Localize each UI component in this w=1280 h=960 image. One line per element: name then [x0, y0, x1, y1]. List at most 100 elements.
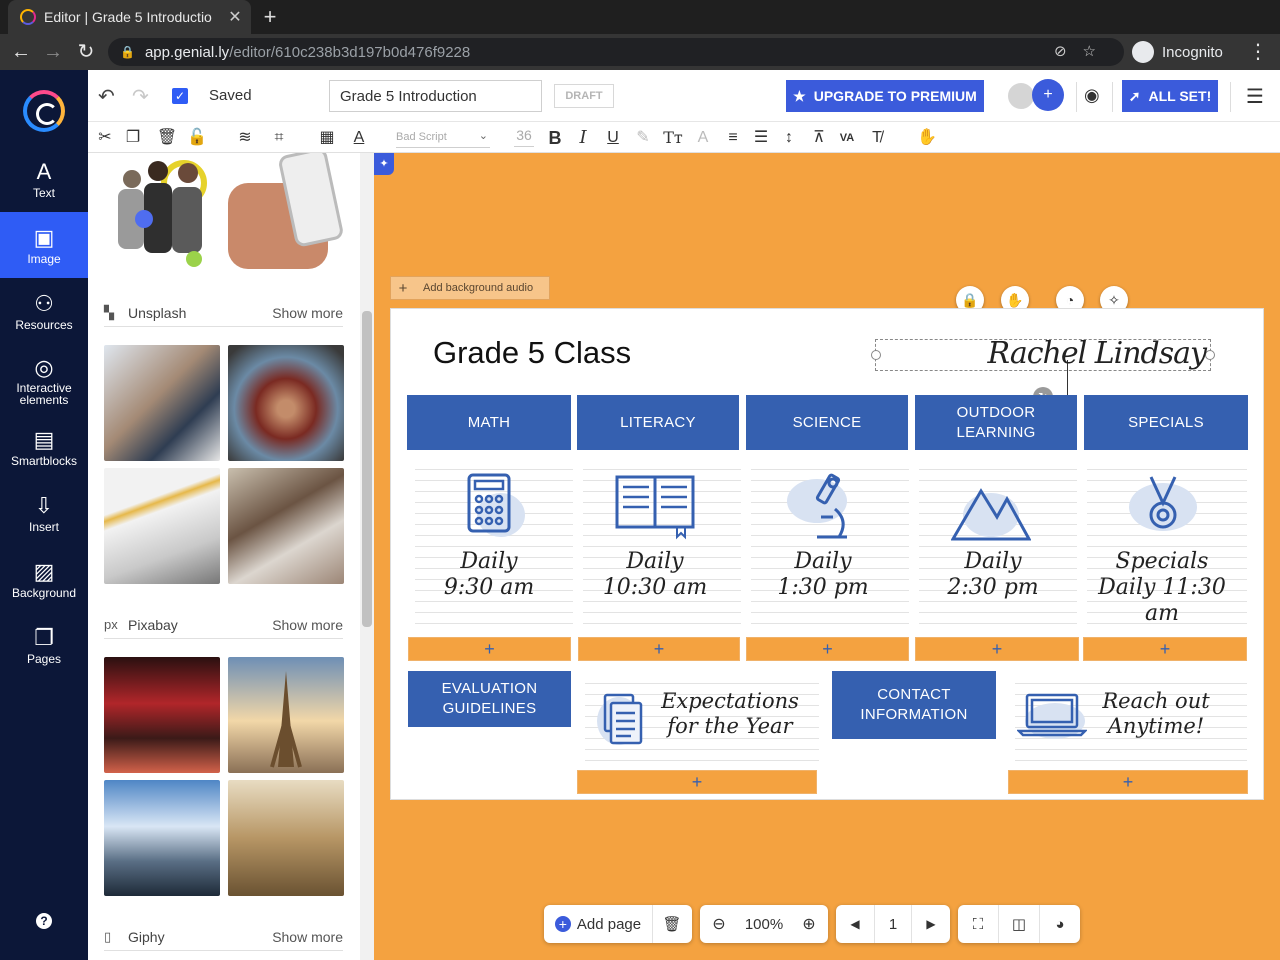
add-content-button[interactable]: +: [578, 637, 740, 661]
add-content-button[interactable]: +: [577, 770, 817, 794]
genially-logo-icon[interactable]: [23, 90, 65, 132]
layers-icon[interactable]: ≋: [234, 127, 256, 149]
reach-out-text[interactable]: Reach out Anytime!: [1091, 689, 1221, 739]
resize-handle[interactable]: [1205, 350, 1215, 360]
add-content-button[interactable]: +: [1008, 770, 1248, 794]
unsplash-image-hands[interactable]: [104, 345, 220, 461]
schedule-science[interactable]: Daily 1:30 pm: [743, 549, 903, 601]
vertical-align-icon[interactable]: ⊼: [808, 127, 830, 149]
browser-menu-icon[interactable]: ⋮: [1248, 39, 1268, 64]
panel-scrollbar[interactable]: [360, 153, 374, 960]
browser-tab[interactable]: Editor | Grade 5 Introductio ✕: [8, 0, 251, 34]
show-more-link[interactable]: Show more: [272, 929, 343, 945]
delete-page-icon[interactable]: 🗑: [653, 905, 691, 943]
scrollbar-thumb[interactable]: [362, 311, 372, 627]
new-tab-button[interactable]: +: [258, 4, 282, 30]
previous-page-icon[interactable]: ◀: [836, 905, 874, 943]
url-field[interactable]: 🔒 app.genial.ly/editor/610c238b3d197b0d4…: [108, 38, 1124, 66]
schedule-outdoor[interactable]: Daily 2:30 pm: [913, 549, 1073, 601]
tab-close-icon[interactable]: ✕: [223, 7, 247, 27]
align-icon[interactable]: ⌗: [268, 127, 290, 149]
hamburger-menu-icon[interactable]: ☰: [1246, 84, 1264, 109]
schedule-literacy[interactable]: Daily 10:30 am: [575, 549, 735, 601]
pin-icon[interactable]: ✦: [374, 153, 394, 175]
add-background-audio-button[interactable]: + Add background audio: [390, 276, 550, 300]
zoom-out-icon[interactable]: ⊖: [700, 905, 738, 943]
show-more-link[interactable]: Show more: [272, 305, 343, 321]
rail-item-interactive-elements[interactable]: ◎ Interactive elements: [0, 342, 88, 414]
add-content-button[interactable]: +: [746, 637, 909, 661]
clear-format-icon[interactable]: T̸: [866, 127, 888, 149]
schedule-math[interactable]: Daily 9:30 am: [409, 549, 569, 601]
add-page-button[interactable]: + Add page: [544, 905, 652, 943]
transparency-icon[interactable]: ▦: [316, 127, 338, 149]
preview-eye-icon[interactable]: ◉: [1084, 85, 1100, 106]
pixabay-image-skyscrapers[interactable]: [104, 780, 220, 896]
phone-in-hand-image[interactable]: [228, 153, 344, 269]
split-view-icon[interactable]: ◫: [999, 905, 1039, 943]
expectations-text[interactable]: Expectations for the Year: [655, 689, 805, 739]
unsplash-image-highfive[interactable]: [228, 468, 344, 584]
people-image[interactable]: [104, 153, 220, 269]
contact-information-box[interactable]: CONTACT INFORMATION: [832, 671, 996, 739]
rail-item-image[interactable]: ▣ Image: [0, 212, 88, 278]
back-icon[interactable]: ←: [8, 39, 34, 65]
redo-icon[interactable]: ↷: [132, 84, 149, 109]
upgrade-button[interactable]: ★ UPGRADE TO PREMIUM: [786, 80, 984, 112]
zoom-in-icon[interactable]: ⊕: [790, 905, 828, 943]
subject-specials[interactable]: SPECIALS: [1084, 395, 1248, 450]
add-content-button[interactable]: +: [915, 637, 1079, 661]
font-select[interactable]: Bad Script ⌄: [396, 128, 490, 148]
italic-icon[interactable]: I: [572, 127, 594, 149]
text-effect-icon[interactable]: A: [692, 127, 714, 149]
forward-icon[interactable]: →: [40, 39, 66, 65]
palette-icon[interactable]: ◕: [1040, 905, 1080, 943]
title-input[interactable]: [329, 80, 542, 112]
reload-icon[interactable]: ↻: [73, 39, 99, 65]
incognito-indicator[interactable]: Incognito: [1132, 39, 1223, 65]
teacher-name-textbox[interactable]: Rachel Lindsay: [871, 336, 1215, 404]
copy-icon[interactable]: ❐: [122, 127, 144, 149]
undo-icon[interactable]: ↶: [98, 84, 115, 109]
unsplash-image-meeting[interactable]: [104, 468, 220, 584]
teacher-name[interactable]: Rachel Lindsay: [988, 336, 1207, 371]
rail-item-resources[interactable]: ⚇ Resources: [0, 278, 88, 344]
rail-item-insert[interactable]: ⇩ Insert: [0, 480, 88, 546]
evaluation-guidelines-box[interactable]: EVALUATION GUIDELINES: [408, 671, 571, 727]
subject-literacy[interactable]: LITERACY: [577, 395, 739, 450]
all-set-button[interactable]: ➚ ALL SET!: [1122, 80, 1218, 112]
rail-item-pages[interactable]: ❐ Pages: [0, 612, 88, 678]
subject-science[interactable]: SCIENCE: [746, 395, 908, 450]
omnibox-icons[interactable]: ⊘☆: [1054, 42, 1112, 60]
letter-spacing-icon[interactable]: VA: [836, 127, 858, 149]
add-user-icon[interactable]: +: [1032, 79, 1064, 111]
text-color-icon[interactable]: A: [348, 127, 370, 149]
pixabay-image-street-night[interactable]: [104, 657, 220, 773]
help-icon[interactable]: ?: [36, 913, 52, 929]
show-more-link[interactable]: Show more: [272, 617, 343, 633]
canvas-page[interactable]: Grade 5 Class Rachel Lindsay ↻ MATH LITE…: [390, 308, 1264, 800]
subject-math[interactable]: MATH: [407, 395, 571, 450]
fit-screen-icon[interactable]: ⛶: [958, 905, 998, 943]
schedule-specials[interactable]: Specials Daily 11:30 am: [1083, 549, 1241, 627]
trash-icon[interactable]: 🗑: [156, 127, 178, 149]
add-content-button[interactable]: +: [1083, 637, 1247, 661]
resize-handle[interactable]: [871, 350, 881, 360]
rail-item-smartblocks[interactable]: ▤ Smartblocks: [0, 414, 88, 480]
page-title[interactable]: Grade 5 Class: [433, 335, 631, 371]
font-size-field[interactable]: 36: [514, 127, 534, 147]
hand-icon[interactable]: ✋: [916, 127, 938, 149]
unsplash-image-team-hands[interactable]: [228, 345, 344, 461]
line-height-icon[interactable]: ↕: [778, 127, 800, 149]
align-right-icon[interactable]: ≡: [722, 127, 744, 149]
collaborators[interactable]: +: [1006, 79, 1066, 113]
bold-icon[interactable]: B: [544, 127, 566, 149]
subject-outdoor-learning[interactable]: OUTDOOR LEARNING: [915, 395, 1077, 450]
list-icon[interactable]: ☰: [750, 127, 772, 149]
rail-item-text[interactable]: A Text: [0, 146, 88, 212]
pixabay-image-eiffel[interactable]: [228, 657, 344, 773]
lock-icon[interactable]: 🔓: [186, 127, 208, 149]
highlight-icon[interactable]: ✎: [632, 127, 654, 149]
next-page-icon[interactable]: ▶: [912, 905, 950, 943]
rail-item-background[interactable]: ▨ Background: [0, 546, 88, 612]
